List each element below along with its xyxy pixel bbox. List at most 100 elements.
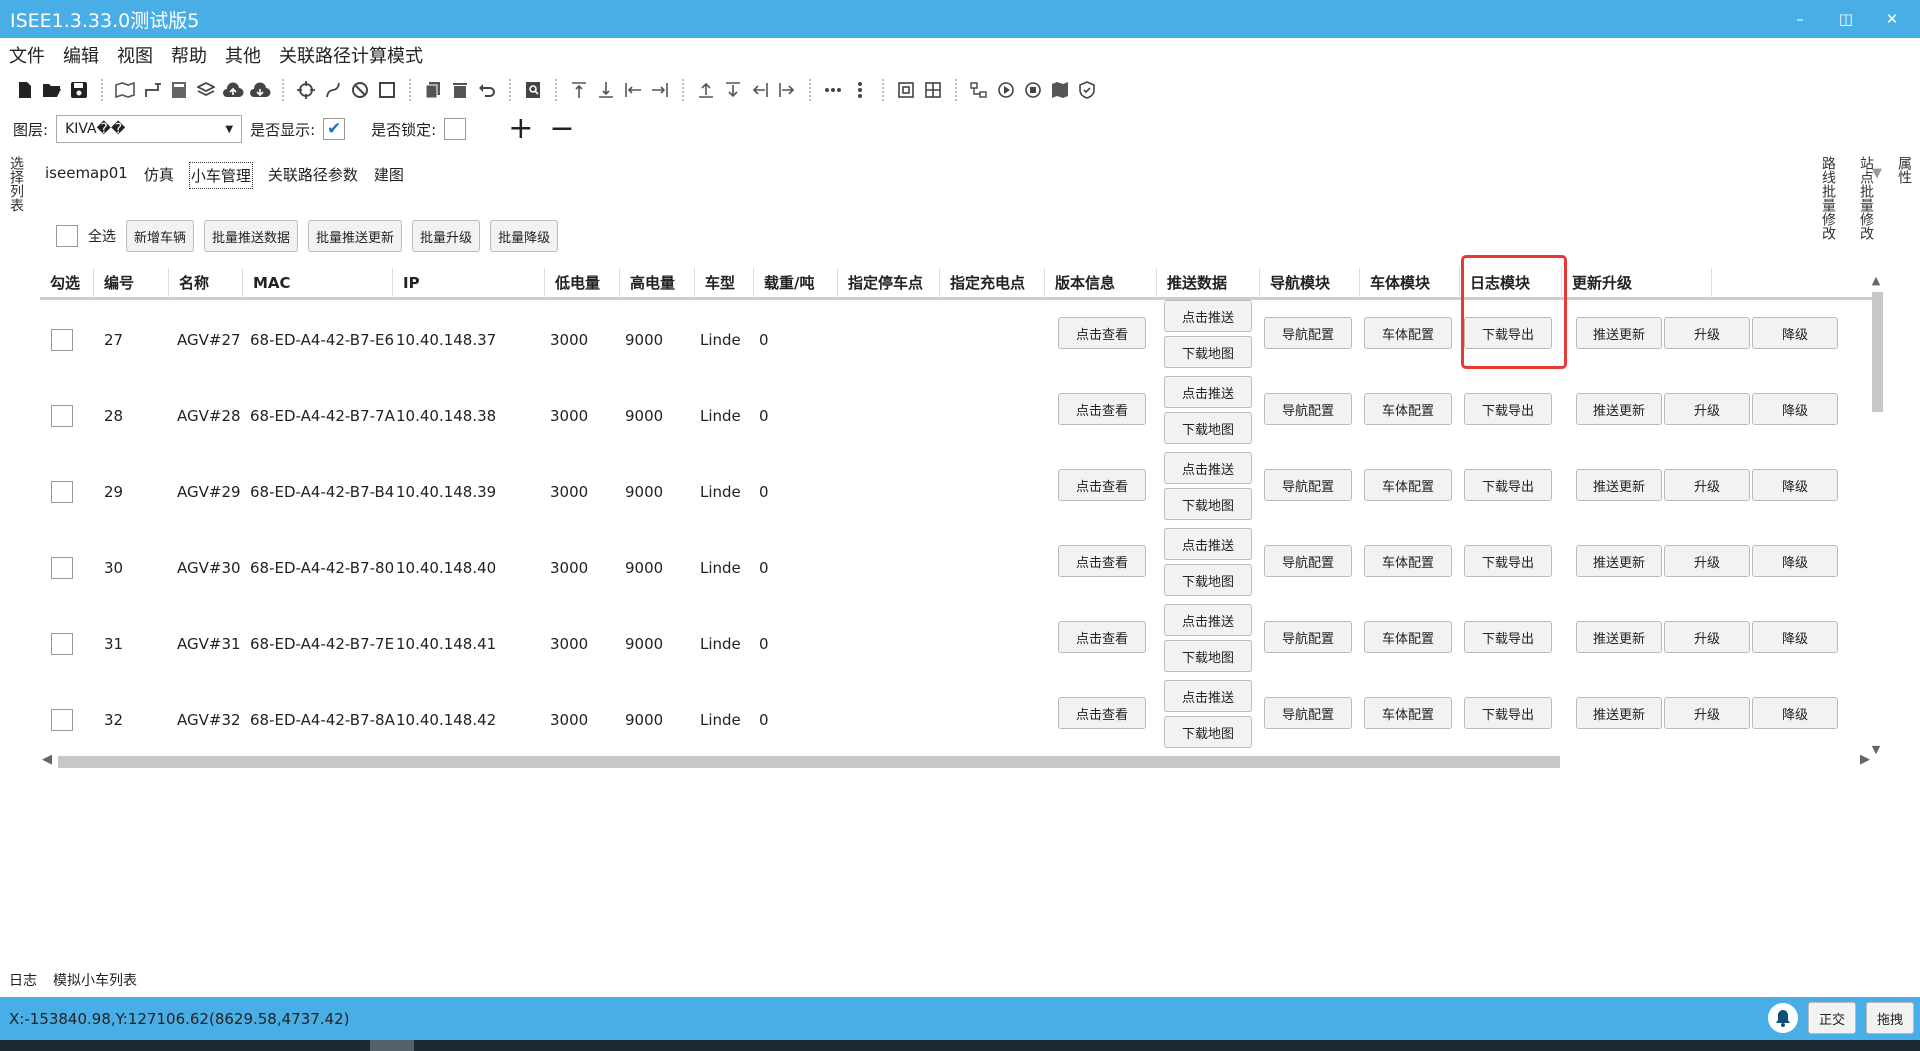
tab-path-params[interactable]: 关联路径参数 (267, 162, 359, 189)
scroll-left-icon[interactable]: ◀ (42, 752, 52, 767)
copy-icon[interactable] (422, 79, 444, 101)
new-file-icon[interactable] (14, 79, 36, 101)
downgrade-button[interactable]: 降级 (1752, 545, 1838, 577)
forbidden-icon[interactable] (349, 79, 371, 101)
bell-icon[interactable] (1767, 1003, 1798, 1033)
row-checkbox[interactable] (51, 709, 73, 731)
nav-config-button[interactable]: 导航配置 (1264, 697, 1352, 729)
menu-help[interactable]: 帮助 (171, 42, 207, 68)
column-header-ip[interactable]: IP (393, 268, 545, 298)
rectangle-icon[interactable] (376, 79, 398, 101)
tab-simulation[interactable]: 仿真 (143, 162, 175, 189)
stop-icon[interactable] (1022, 79, 1044, 101)
layer-select[interactable]: KIVA�� ▼ (56, 115, 243, 143)
upgrade-button[interactable]: 升级 (1664, 621, 1750, 653)
push-button[interactable]: 点击推送 (1164, 528, 1252, 560)
group-icon[interactable] (922, 79, 944, 101)
column-header-nav-module[interactable]: 导航模块 (1260, 268, 1360, 298)
column-header-low-battery[interactable]: 低电量 (545, 268, 620, 298)
table-row[interactable]: 27 AGV#27 68-ED-A4-42-B7-E6 10.40.148.37 300… (40, 300, 1878, 378)
table-row[interactable]: 29 AGV#29 68-ED-A4-42-B7-B4 10.40.148.39 300… (40, 452, 1878, 530)
more-vertical-icon[interactable] (849, 79, 871, 101)
downgrade-button[interactable]: 降级 (1752, 393, 1838, 425)
log-export-button[interactable]: 下载导出 (1464, 317, 1552, 349)
drag-button[interactable]: 拖拽 (1865, 1002, 1914, 1034)
column-header-update-upgrade[interactable]: 更新升级 (1562, 268, 1712, 298)
menu-other[interactable]: 其他 (225, 42, 261, 68)
view-version-button[interactable]: 点击查看 (1058, 317, 1146, 349)
table-row[interactable]: 31 AGV#31 68-ED-A4-42-B7-7E 10.40.148.41 300… (40, 604, 1878, 682)
scroll-right-icon[interactable]: ▶ (1860, 752, 1870, 767)
scroll-down-icon[interactable]: ▼ (1868, 743, 1884, 756)
horizontal-scroll-thumb[interactable] (58, 756, 1560, 768)
table-row[interactable]: 28 AGV#28 68-ED-A4-42-B7-7A 10.40.148.38 300… (40, 376, 1878, 454)
tab-mapping[interactable]: 建图 (373, 162, 405, 189)
push-button[interactable]: 点击推送 (1164, 300, 1252, 332)
upgrade-button[interactable]: 升级 (1664, 393, 1750, 425)
route-icon[interactable] (141, 79, 163, 101)
frame-icon[interactable] (895, 79, 917, 101)
column-header-id[interactable]: 编号 (94, 268, 169, 298)
push-button[interactable]: 点击推送 (1164, 452, 1252, 484)
nav-config-button[interactable]: 导航配置 (1264, 469, 1352, 501)
download-map-button[interactable]: 下载地图 (1164, 564, 1252, 596)
undo-icon[interactable] (476, 79, 498, 101)
upgrade-button[interactable]: 升级 (1664, 317, 1750, 349)
menu-file[interactable]: 文件 (9, 42, 45, 68)
body-config-button[interactable]: 车体配置 (1364, 393, 1452, 425)
tab-properties[interactable]: 属性 (1894, 156, 1914, 240)
column-header-body-module[interactable]: 车体模块 (1360, 268, 1460, 298)
row-checkbox[interactable] (51, 329, 73, 351)
log-export-button[interactable]: 下载导出 (1464, 621, 1552, 653)
scroll-up-icon[interactable]: ▲ (1868, 274, 1884, 287)
download-map-button[interactable]: 下载地图 (1164, 488, 1252, 520)
play-icon[interactable] (995, 79, 1017, 101)
push-button[interactable]: 点击推送 (1164, 680, 1252, 712)
more-horizontal-icon[interactable] (822, 79, 844, 101)
downgrade-button[interactable]: 降级 (1752, 697, 1838, 729)
log-export-button[interactable]: 下载导出 (1464, 545, 1552, 577)
tab-iseemap01[interactable]: iseemap01 (44, 162, 129, 189)
nav-config-button[interactable]: 导航配置 (1264, 621, 1352, 653)
minimize-button[interactable]: – (1790, 10, 1810, 28)
map-icon[interactable] (1049, 79, 1071, 101)
body-config-button[interactable]: 车体配置 (1364, 317, 1452, 349)
location-shield-icon[interactable] (1076, 79, 1098, 101)
nav-config-button[interactable]: 导航配置 (1264, 545, 1352, 577)
upgrade-button[interactable]: 升级 (1664, 545, 1750, 577)
save-icon[interactable] (68, 79, 90, 101)
push-update-button[interactable]: 推送更新 (1576, 545, 1662, 577)
batch-upgrade-button[interactable]: 批量升级 (412, 220, 481, 252)
lock-checkbox[interactable] (444, 118, 467, 140)
view-version-button[interactable]: 点击查看 (1058, 621, 1146, 653)
download-map-button[interactable]: 下载地图 (1164, 336, 1252, 368)
add-vehicle-button[interactable]: 新增车辆 (126, 220, 195, 252)
nav-config-button[interactable]: 导航配置 (1264, 317, 1352, 349)
menu-view[interactable]: 视图 (117, 42, 153, 68)
batch-push-update-button[interactable]: 批量推送更新 (308, 220, 403, 252)
search-doc-icon[interactable] (522, 79, 544, 101)
batch-push-data-button[interactable]: 批量推送数据 (204, 220, 299, 252)
downgrade-button[interactable]: 降级 (1752, 621, 1838, 653)
align-top-icon[interactable] (568, 79, 590, 101)
column-header-load[interactable]: 载重/吨 (754, 268, 838, 298)
node-tree-icon[interactable] (968, 79, 990, 101)
delete-icon[interactable] (449, 79, 471, 101)
push-update-button[interactable]: 推送更新 (1576, 393, 1662, 425)
close-button[interactable]: ✕ (1882, 10, 1902, 28)
downgrade-button[interactable]: 降级 (1752, 469, 1838, 501)
panel-collapse-icon[interactable]: ▼ (1872, 166, 1882, 181)
select-all-checkbox[interactable] (56, 225, 78, 247)
open-folder-icon[interactable] (41, 79, 63, 101)
menu-path-calc-mode[interactable]: 关联路径计算模式 (279, 42, 423, 68)
distribute-down-icon[interactable] (722, 79, 744, 101)
push-update-button[interactable]: 推送更新 (1576, 621, 1662, 653)
push-update-button[interactable]: 推送更新 (1576, 697, 1662, 729)
row-checkbox[interactable] (51, 481, 73, 503)
column-header-log-module[interactable]: 日志模块 (1460, 268, 1562, 298)
body-config-button[interactable]: 车体配置 (1364, 469, 1452, 501)
log-export-button[interactable]: 下载导出 (1464, 469, 1552, 501)
vertical-scrollbar[interactable]: ▲ ▼ (1868, 274, 1884, 756)
view-version-button[interactable]: 点击查看 (1058, 697, 1146, 729)
body-config-button[interactable]: 车体配置 (1364, 621, 1452, 653)
